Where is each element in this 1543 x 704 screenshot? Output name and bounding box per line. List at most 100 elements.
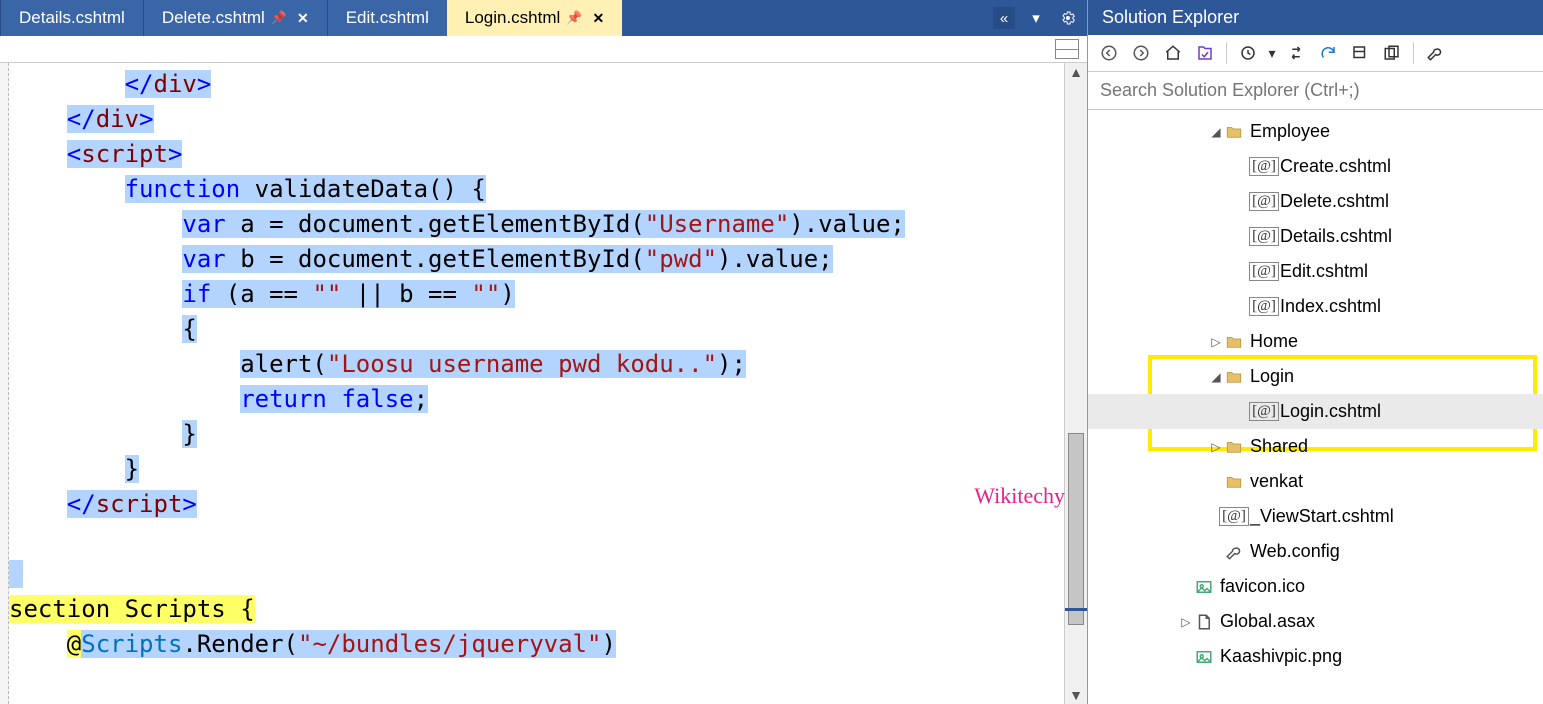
scroll-thumb[interactable] <box>1068 433 1084 625</box>
close-icon[interactable]: ✕ <box>592 10 604 27</box>
panel-toolbar: ▾ <box>1088 35 1543 72</box>
tree-item-login-cshtml[interactable]: [@] Login.cshtml <box>1088 394 1543 429</box>
folder-icon <box>1224 367 1244 387</box>
show-all-files-icon[interactable] <box>1377 39 1407 67</box>
tree-item-home[interactable]: ▷Home <box>1088 324 1543 359</box>
code-line: </script> <box>9 487 1064 522</box>
editor-split-bar <box>0 36 1087 63</box>
code-line: function validateData() { <box>9 172 1064 207</box>
file-tree[interactable]: ◢Employee[@]Create.cshtml[@]Delete.cshtm… <box>1088 110 1543 704</box>
code-line: </div> <box>9 67 1064 102</box>
tree-label: Create.cshtml <box>1280 156 1391 177</box>
code-line: } <box>9 452 1064 487</box>
tree-item-edit-cshtml[interactable]: [@] Edit.cshtml <box>1088 254 1543 289</box>
collapse-all-icon[interactable] <box>1345 39 1375 67</box>
pending-changes-icon[interactable] <box>1233 39 1263 67</box>
code-line: { <box>9 312 1064 347</box>
tree-label: Edit.cshtml <box>1280 261 1368 282</box>
tab-login-cshtml[interactable]: Login.cshtml📌✕ <box>447 0 622 36</box>
tree-item-index-cshtml[interactable]: [@]Index.cshtml <box>1088 289 1543 324</box>
app-root: Details.cshtml Delete.cshtml 📌 ✕ Edit.cshtml… <box>0 0 1543 704</box>
chevron-down-icon[interactable]: ◢ <box>1208 370 1224 384</box>
tree-item-favicon-ico[interactable]: favicon.ico <box>1088 569 1543 604</box>
split-editor-button[interactable] <box>1055 39 1079 59</box>
vertical-scrollbar[interactable]: ▲ ▼ <box>1064 63 1087 704</box>
razor-icon: [@] <box>1254 262 1274 282</box>
refresh-icon[interactable] <box>1313 39 1343 67</box>
folder-icon <box>1224 332 1244 352</box>
tab-label: Delete.cshtml <box>162 8 265 28</box>
image-icon <box>1194 577 1214 597</box>
folder-icon <box>1224 472 1244 492</box>
tree-item-login[interactable]: ◢ Login <box>1088 359 1543 394</box>
properties-icon[interactable] <box>1420 39 1450 67</box>
tree-label: Shared <box>1250 436 1308 457</box>
razor-icon: [@] <box>1254 402 1274 422</box>
home-icon[interactable] <box>1158 39 1188 67</box>
chevron-right-icon[interactable]: ▷ <box>1208 335 1224 349</box>
tree-label: venkat <box>1250 471 1303 492</box>
tabs-menu-icon[interactable]: ▾ <box>1025 7 1047 29</box>
image-icon <box>1194 647 1214 667</box>
tree-label: favicon.ico <box>1220 576 1305 597</box>
code-line <box>9 557 1064 592</box>
tree-item-employee[interactable]: ◢ Employee <box>1088 114 1543 149</box>
code-line: <script> <box>9 137 1064 172</box>
tree-label: Kaashivpic.png <box>1220 646 1342 667</box>
tree-item-venkat[interactable]: venkat <box>1088 464 1543 499</box>
nav-back-icon[interactable] <box>1094 39 1124 67</box>
tree-item-web-config[interactable]: Web.config <box>1088 534 1543 569</box>
tree-label: Login.cshtml <box>1280 401 1381 422</box>
toolbar-separator <box>1413 42 1414 64</box>
tab-label: Details.cshtml <box>19 8 125 28</box>
panel-title: Solution Explorer <box>1088 0 1543 35</box>
code-editor[interactable]: </div> </div> <script> function validate… <box>9 63 1064 704</box>
code-line: @Scripts.Render("~/bundles/jqueryval") <box>9 627 1064 662</box>
chevron-right-icon[interactable]: ▷ <box>1178 615 1194 629</box>
search-input[interactable] <box>1088 72 1543 109</box>
code-body: </div> </div> <script> function validate… <box>0 63 1087 704</box>
tree-label: Global.asax <box>1220 611 1315 632</box>
panel-search <box>1088 72 1543 110</box>
tree-item-shared[interactable]: ▷ Shared <box>1088 429 1543 464</box>
chevron-down-icon[interactable]: ◢ <box>1208 125 1224 139</box>
close-icon[interactable]: ✕ <box>297 10 309 27</box>
razor-icon: [@] <box>1254 192 1274 212</box>
tree-label: Web.config <box>1250 541 1340 562</box>
razor-icon: [@] <box>1254 297 1274 317</box>
tab-bar-right: « ▾ <box>985 0 1087 36</box>
tree-label: Employee <box>1250 121 1330 142</box>
tree-item-global-asax[interactable]: ▷ Global.asax <box>1088 604 1543 639</box>
settings-gear-icon[interactable] <box>1057 7 1079 29</box>
scroll-down-icon[interactable]: ▼ <box>1065 686 1087 704</box>
tab-edit-cshtml[interactable]: Edit.cshtml <box>327 0 447 36</box>
chevron-right-icon[interactable]: ▷ <box>1208 440 1224 454</box>
editor-area: Details.cshtml Delete.cshtml 📌 ✕ Edit.cshtml… <box>0 0 1087 704</box>
scroll-up-icon[interactable]: ▲ <box>1065 63 1087 81</box>
code-line: } <box>9 417 1064 452</box>
tree-item-_viewstart-cshtml[interactable]: [@]_ViewStart.cshtml <box>1088 499 1543 534</box>
tree-item-details-cshtml[interactable]: [@]Details.cshtml <box>1088 219 1543 254</box>
config-icon <box>1224 542 1244 562</box>
folder-icon <box>1224 437 1244 457</box>
tab-details-cshtml[interactable]: Details.cshtml <box>0 0 143 36</box>
tabs-overflow-icon[interactable]: « <box>993 7 1015 29</box>
tree-label: Login <box>1250 366 1294 387</box>
code-line: alert("Loosu username pwd kodu.."); <box>9 347 1064 382</box>
tab-bar: Details.cshtml Delete.cshtml 📌 ✕ Edit.cshtml… <box>0 0 1087 36</box>
tree-item-kaashivpic-png[interactable]: Kaashivpic.png <box>1088 639 1543 674</box>
tree-item-delete-cshtml[interactable]: [@]Delete.cshtml <box>1088 184 1543 219</box>
code-line: var a = document.getElementById("Usernam… <box>9 207 1064 242</box>
tab-delete-cshtml[interactable]: Delete.cshtml 📌 ✕ <box>143 0 327 36</box>
tree-label: _ViewStart.cshtml <box>1250 506 1394 527</box>
tab-label: Edit.cshtml <box>346 8 429 28</box>
solution-explorer: Solution Explorer ▾ <box>1087 0 1543 704</box>
nav-forward-icon[interactable] <box>1126 39 1156 67</box>
dropdown-icon[interactable]: ▾ <box>1265 39 1279 67</box>
tree-item-create-cshtml[interactable]: [@]Create.cshtml <box>1088 149 1543 184</box>
code-line: </div> <box>9 102 1064 137</box>
swap-icon[interactable] <box>1281 39 1311 67</box>
sync-active-doc-icon[interactable] <box>1190 39 1220 67</box>
pin-icon[interactable]: 📌 <box>566 10 582 26</box>
pin-icon[interactable]: 📌 <box>271 10 287 26</box>
